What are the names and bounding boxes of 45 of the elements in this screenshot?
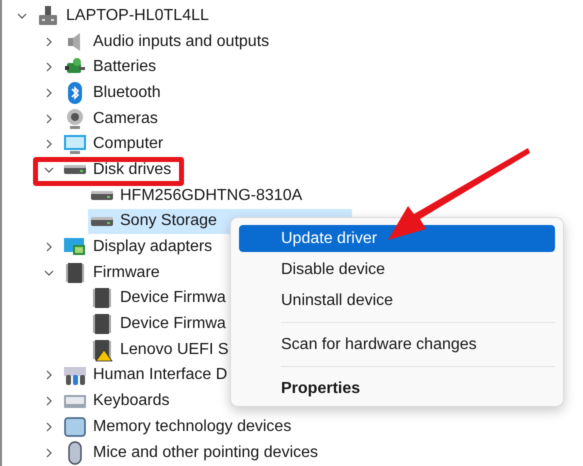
tree-item[interactable]: Batteries <box>61 54 160 80</box>
tree-item[interactable]: Audio inputs and outputs <box>61 28 274 54</box>
chevron-right-icon[interactable] <box>44 422 54 432</box>
chip-icon <box>63 260 87 285</box>
menu-item[interactable]: Uninstall device <box>239 285 555 316</box>
chevron-down-icon[interactable] <box>44 164 54 175</box>
tree-item[interactable]: LAPTOP-HL0TL4LL <box>34 3 213 29</box>
tree-item[interactable]: Lenovo UEFI S <box>88 336 232 363</box>
tree-item[interactable]: Keyboards <box>61 388 174 414</box>
chevron-right-icon[interactable] <box>44 36 54 47</box>
menu-item[interactable]: Disable device <box>239 254 555 285</box>
chevron-right-icon[interactable] <box>44 396 54 406</box>
tree-item[interactable]: Computer <box>61 131 168 158</box>
memory-icon <box>63 414 87 439</box>
tree-item[interactable]: Disk drives <box>61 157 176 183</box>
tree-item[interactable]: Device Firmwa <box>88 311 230 337</box>
chevron-right-icon[interactable] <box>44 448 54 458</box>
chevron-right-icon[interactable] <box>44 370 54 380</box>
chip-icon <box>90 286 114 310</box>
tree-item[interactable]: Human Interface D <box>61 362 232 388</box>
menu-item[interactable]: Scan for hardware changes <box>239 329 555 360</box>
chip-warning-icon <box>90 338 114 362</box>
chevron-right-icon[interactable] <box>44 242 54 252</box>
tree-item[interactable]: Display adapters <box>61 234 216 260</box>
computer-icon <box>36 4 60 28</box>
tree-item[interactable]: Cameras <box>61 106 162 132</box>
tree-item[interactable]: HFM256GDHTNG-8310A <box>88 182 306 208</box>
chevron-right-icon[interactable] <box>44 88 54 98</box>
chevron-down-icon[interactable] <box>17 10 27 21</box>
menu-item[interactable]: Update driver <box>239 225 555 252</box>
chevron-down-icon[interactable] <box>44 268 54 278</box>
tree-item[interactable]: Firmware <box>61 260 164 286</box>
drive-icon <box>90 191 114 200</box>
menu-item[interactable]: Properties <box>239 373 555 404</box>
drive-icon <box>90 216 114 226</box>
drive-icon <box>63 165 87 174</box>
chevron-right-icon[interactable] <box>44 62 54 72</box>
tree-item[interactable]: Mice and other pointing devices <box>61 440 322 466</box>
chevron-right-icon[interactable] <box>44 114 54 124</box>
chevron-right-icon[interactable] <box>44 139 54 150</box>
tree-item[interactable]: Memory technology devices <box>61 414 296 440</box>
tree-item[interactable]: Bluetooth <box>61 80 165 106</box>
tree-item[interactable]: Device Firmwa <box>88 286 230 312</box>
chip-icon <box>90 312 114 336</box>
monitor-icon <box>63 132 87 156</box>
